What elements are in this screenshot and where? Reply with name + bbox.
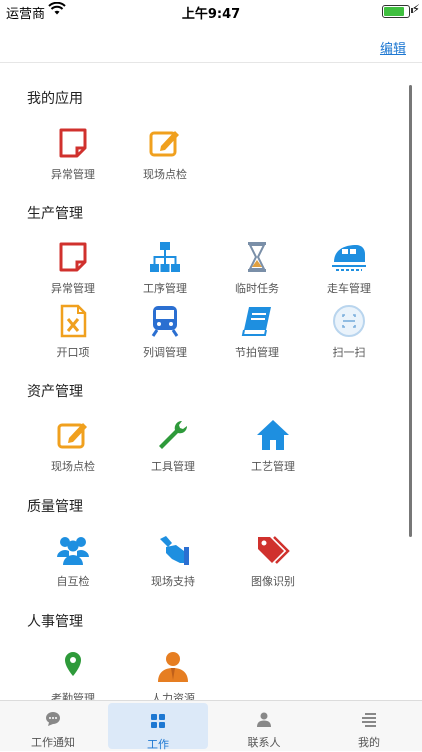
app-label: 图像识别 bbox=[251, 575, 295, 588]
section-title-production: 生产管理 bbox=[27, 206, 83, 222]
wrench-icon bbox=[159, 420, 188, 449]
app-label: 自互检 bbox=[56, 575, 90, 588]
app-label: 列调管理 bbox=[143, 346, 187, 359]
app-image-recognition[interactable]: 图像识别 bbox=[223, 533, 323, 589]
app-label: 异常管理 bbox=[51, 282, 95, 295]
app-label: 异常管理 bbox=[51, 168, 95, 181]
app-open-items[interactable]: 开口项 bbox=[23, 304, 123, 360]
app-dispatch-management[interactable]: 列调管理 bbox=[115, 304, 215, 360]
app-label: 扫一扫 bbox=[332, 346, 366, 359]
app-label: 考勤管理 bbox=[51, 692, 95, 700]
app-label: 工具管理 bbox=[151, 460, 195, 473]
app-list[interactable]: 我的应用 异常管理 现场点检 生产管理 异常管理 工序管理 临时任务 走车管理 … bbox=[0, 63, 422, 700]
tab-contacts[interactable]: 联系人 bbox=[214, 701, 314, 751]
app-human-resources[interactable]: 人力资源 bbox=[123, 650, 223, 700]
group-icon bbox=[57, 537, 89, 565]
section-title-hr: 人事管理 bbox=[27, 614, 83, 630]
app-label: 节拍管理 bbox=[235, 346, 279, 359]
tab-label: 联系人 bbox=[247, 736, 281, 749]
app-vehicle-management[interactable]: 走车管理 bbox=[299, 240, 399, 296]
app-label: 开口项 bbox=[56, 346, 90, 359]
subway-icon bbox=[151, 306, 179, 337]
app-site-inspection[interactable]: 现场点检 bbox=[115, 126, 215, 182]
app-label: 现场支持 bbox=[151, 575, 195, 588]
tab-bar: 工作通知 工作 联系人 我的 bbox=[0, 700, 422, 751]
section-title-assets: 资产管理 bbox=[27, 384, 83, 400]
app-process-management[interactable]: 工序管理 bbox=[115, 240, 215, 296]
sticky-note-icon bbox=[59, 128, 87, 158]
app-attendance[interactable]: 考勤管理 bbox=[23, 650, 123, 700]
app-exception-management[interactable]: 异常管理 bbox=[23, 240, 123, 296]
sticky-note-icon bbox=[59, 242, 87, 272]
tab-label: 工作通知 bbox=[31, 736, 75, 749]
app-temporary-task[interactable]: 临时任务 bbox=[207, 240, 307, 296]
home-icon bbox=[257, 420, 289, 450]
app-label: 工序管理 bbox=[143, 282, 187, 295]
user-icon bbox=[158, 652, 188, 682]
section-title-my-apps: 我的应用 bbox=[27, 91, 83, 107]
app-onsite-support[interactable]: 现场支持 bbox=[123, 533, 223, 589]
hourglass-icon bbox=[248, 242, 266, 272]
app-scan[interactable]: 扫一扫 bbox=[299, 304, 399, 360]
location-icon bbox=[65, 652, 81, 676]
app-tool-management[interactable]: 工具管理 bbox=[123, 418, 223, 474]
charging-icon: ⚡ bbox=[411, 2, 420, 16]
app-craft-management[interactable]: 工艺管理 bbox=[223, 418, 323, 474]
scan-icon bbox=[333, 305, 365, 337]
tags-icon bbox=[258, 536, 290, 564]
app-label: 临时任务 bbox=[235, 282, 279, 295]
app-label: 走车管理 bbox=[327, 282, 371, 295]
edit-icon bbox=[57, 423, 87, 449]
handshake-icon bbox=[160, 536, 189, 565]
clock: 上午9:47 bbox=[181, 7, 241, 22]
section-title-quality: 质量管理 bbox=[27, 499, 83, 515]
app-label: 现场点检 bbox=[143, 168, 187, 181]
tab-work[interactable]: 工作 bbox=[108, 703, 208, 751]
menu-icon bbox=[362, 713, 376, 727]
org-chart-icon bbox=[150, 242, 180, 272]
excel-file-icon bbox=[60, 304, 87, 338]
tab-work-notice[interactable]: 工作通知 bbox=[3, 701, 103, 751]
grid-icon bbox=[151, 714, 165, 728]
edit-icon bbox=[149, 131, 179, 157]
app-site-inspection[interactable]: 现场点检 bbox=[23, 418, 123, 474]
tab-label: 我的 bbox=[358, 736, 380, 749]
tab-mine[interactable]: 我的 bbox=[319, 701, 419, 751]
app-label: 现场点检 bbox=[51, 460, 95, 473]
app-exception-management[interactable]: 异常管理 bbox=[23, 126, 123, 182]
app-self-inspection[interactable]: 自互检 bbox=[23, 533, 123, 589]
scrollbar[interactable] bbox=[409, 85, 412, 537]
train-icon bbox=[332, 245, 366, 271]
app-label: 工艺管理 bbox=[251, 460, 295, 473]
app-takt-management[interactable]: 节拍管理 bbox=[207, 304, 307, 360]
person-icon bbox=[257, 712, 271, 727]
book-icon bbox=[241, 307, 271, 336]
chat-icon bbox=[46, 712, 60, 726]
edit-link[interactable]: 编辑 bbox=[380, 38, 406, 57]
battery-icon bbox=[382, 5, 410, 18]
app-label: 人力资源 bbox=[151, 692, 195, 700]
status-bar: 运营商 上午9:47 ⚡ bbox=[0, 0, 422, 22]
